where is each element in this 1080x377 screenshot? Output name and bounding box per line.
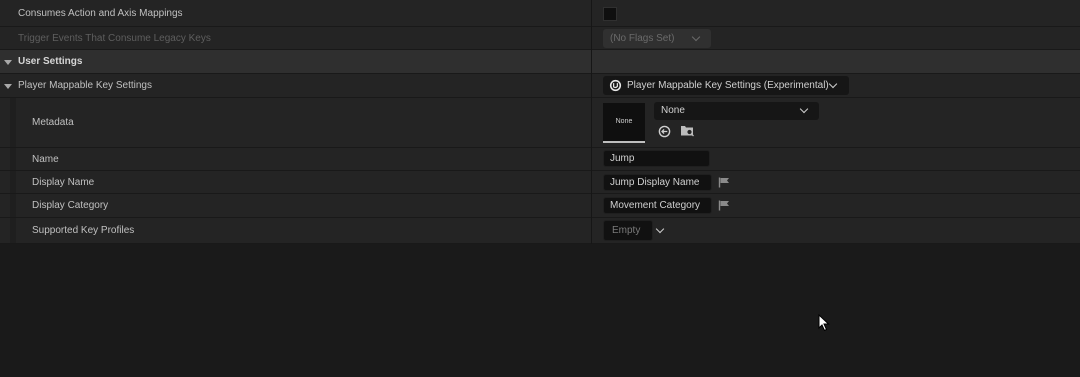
pmk-label: Player Mappable Key Settings	[18, 80, 152, 91]
display-category-value: Movement Category	[610, 200, 701, 211]
triangle-down-icon[interactable]	[4, 60, 12, 65]
pmk-class-value: Player Mappable Key Settings (Experiment…	[627, 80, 829, 91]
row-name: Name Jump	[0, 148, 1080, 171]
row-trigger-events: Trigger Events That Consume Legacy Keys …	[0, 27, 1080, 50]
pmk-class-combo[interactable]: Player Mappable Key Settings (Experiment…	[603, 76, 849, 95]
details-panel: Consumes Action and Axis Mappings Trigge…	[0, 0, 1080, 244]
row-metadata: Metadata	[0, 98, 1080, 148]
display-name-input[interactable]: Jump Display Name	[603, 174, 712, 191]
display-name-value: Jump Display Name	[610, 177, 700, 188]
trigger-events-label: Trigger Events That Consume Legacy Keys	[18, 33, 211, 44]
indent-guide	[10, 148, 16, 170]
name-label: Name	[32, 154, 59, 165]
indent-guide	[10, 218, 16, 243]
section-user-settings[interactable]: User Settings	[0, 50, 1080, 74]
row-player-mappable-key-settings: Player Mappable Key Settings Player Mapp…	[0, 74, 1080, 98]
metadata-asset-combo[interactable]: None	[654, 102, 819, 120]
flag-icon[interactable]	[718, 200, 730, 211]
thumbnail-text: None	[615, 118, 633, 125]
no-flags-value: (No Flags Set)	[610, 33, 675, 44]
display-name-label: Display Name	[32, 177, 95, 188]
name-value: Jump	[610, 153, 635, 164]
supported-key-profiles-label: Supported Key Profiles	[32, 225, 135, 236]
metadata-asset-value: None	[661, 105, 685, 116]
chevron-down-icon[interactable]	[655, 224, 665, 234]
name-input[interactable]: Jump	[603, 150, 710, 167]
arrow-left-circle-icon[interactable]	[658, 125, 671, 138]
folder-browse-icon[interactable]	[680, 124, 695, 137]
chevron-down-icon	[691, 32, 701, 42]
indent-guide	[10, 194, 16, 217]
chevron-down-icon	[828, 79, 838, 89]
no-flags-combo[interactable]: (No Flags Set)	[603, 29, 711, 48]
user-settings-label: User Settings	[18, 56, 83, 67]
column-divider[interactable]	[591, 0, 592, 244]
triangle-down-icon[interactable]	[4, 84, 12, 89]
row-supported-key-profiles: Supported Key Profiles Empty	[0, 218, 1080, 244]
indent-guide	[10, 98, 16, 147]
asset-thumbnail[interactable]: None	[603, 103, 645, 143]
chevron-down-icon	[799, 104, 809, 114]
consumes-label: Consumes Action and Axis Mappings	[18, 8, 183, 19]
display-category-input[interactable]: Movement Category	[603, 197, 712, 214]
indent-guide	[10, 171, 16, 193]
display-category-label: Display Category	[32, 200, 109, 211]
unreal-logo-icon	[609, 79, 622, 92]
row-display-category: Display Category Movement Category	[0, 194, 1080, 218]
consumes-checkbox[interactable]	[603, 7, 617, 21]
metadata-label: Metadata	[32, 117, 74, 128]
mouse-cursor-icon	[818, 314, 830, 332]
row-display-name: Display Name Jump Display Name	[0, 171, 1080, 194]
key-profiles-empty-field[interactable]: Empty	[603, 220, 653, 241]
key-profiles-value: Empty	[612, 225, 641, 236]
row-consumes-action-axis-mappings: Consumes Action and Axis Mappings	[0, 0, 1080, 27]
flag-icon[interactable]	[718, 177, 730, 188]
